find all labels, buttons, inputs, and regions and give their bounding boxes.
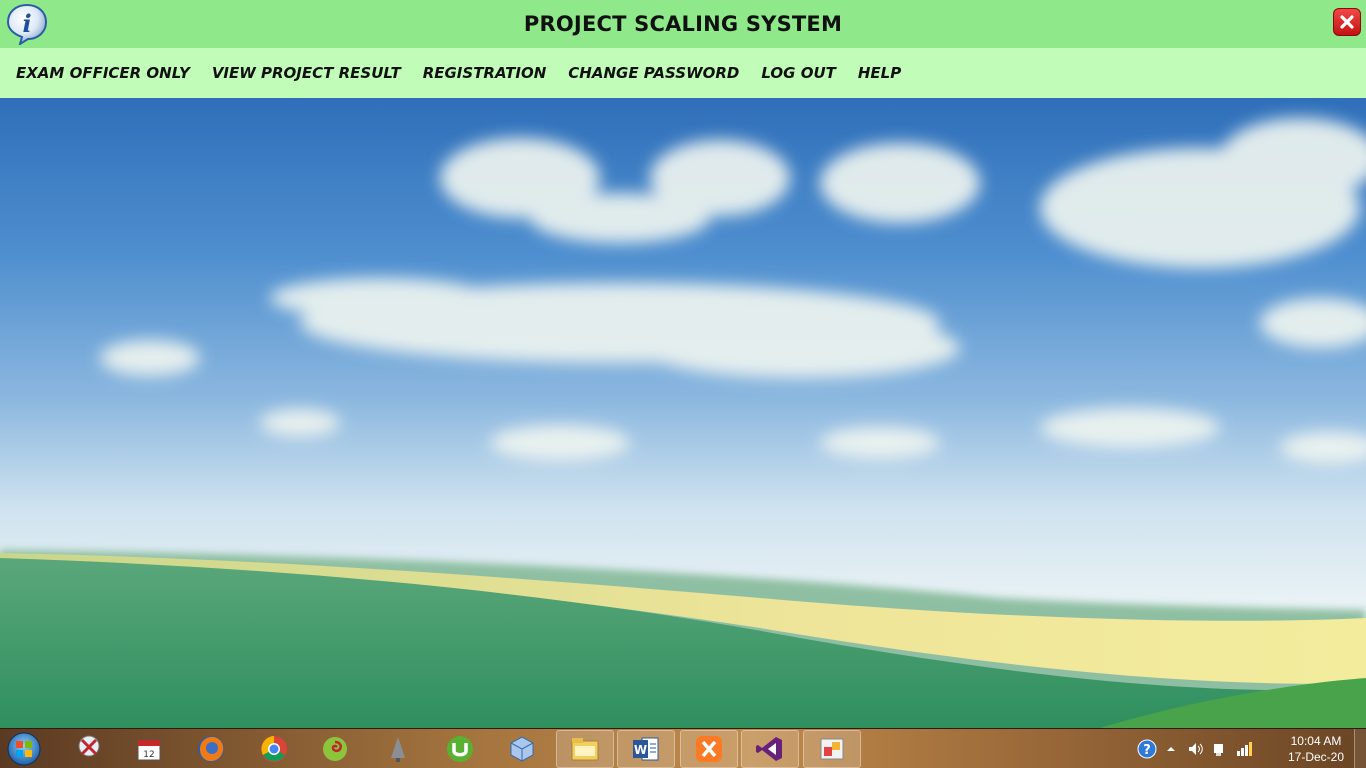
firefox-icon[interactable]	[194, 732, 228, 766]
volume-icon[interactable]	[1186, 732, 1206, 766]
windows-start-icon	[7, 732, 41, 766]
taskbar-clock[interactable]: 10:04 AM 17-Dec-20	[1288, 733, 1344, 765]
app-window-icon	[820, 738, 844, 760]
network-icon[interactable]	[1210, 732, 1230, 766]
show-hidden-icons-icon[interactable]	[1164, 732, 1178, 766]
windows-start-button[interactable]	[4, 731, 44, 767]
menu-item-exam-officer-only[interactable]: EXAM OFFICER ONLY	[16, 64, 190, 82]
window-title: PROJECT SCALING SYSTEM	[523, 12, 843, 36]
chrome-icon[interactable]	[257, 732, 291, 766]
menu-item-view-project-result[interactable]: VIEW PROJECT RESULT	[212, 64, 401, 82]
svg-text:12: 12	[143, 750, 154, 760]
virtualbox-cube-icon[interactable]	[505, 732, 539, 766]
menu-item-help[interactable]: HELP	[858, 64, 901, 82]
app-window-button[interactable]	[803, 730, 861, 768]
title-bar: i PROJECT SCALING SYSTEM	[0, 0, 1366, 48]
show-desktop-button[interactable]	[1354, 729, 1366, 768]
svg-text:i: i	[22, 9, 31, 38]
svg-text:?: ?	[1143, 743, 1151, 758]
power-icon[interactable]	[1234, 732, 1254, 766]
chameleon-app-icon[interactable]	[318, 732, 352, 766]
visual-studio-button[interactable]	[741, 730, 799, 768]
menu-item-change-password[interactable]: CHANGE PASSWORD	[568, 64, 739, 82]
taskbar: 12 W ? 10:04 AM 17-Dec-20	[0, 728, 1366, 768]
snipping-tool-icon[interactable]	[72, 732, 106, 766]
info-icon[interactable]: i	[6, 3, 48, 47]
help-icon[interactable]: ?	[1136, 732, 1158, 766]
menu-item-registration[interactable]: REGISTRATION	[423, 64, 547, 82]
utorrent-icon[interactable]	[443, 732, 477, 766]
close-button[interactable]	[1333, 8, 1361, 36]
menu-item-log-out[interactable]: LOG OUT	[761, 64, 835, 82]
menu-bar: EXAM OFFICER ONLY VIEW PROJECT RESULT RE…	[0, 48, 1366, 98]
file-explorer-button[interactable]	[556, 730, 614, 768]
clock-date: 17-Dec-20	[1287, 750, 1344, 764]
word-button[interactable]: W	[617, 730, 675, 768]
calendar-app-icon[interactable]: 12	[132, 732, 166, 766]
xampp-button[interactable]	[680, 730, 738, 768]
clock-time: 10:04 AM	[1290, 734, 1342, 748]
word-icon: W	[633, 737, 659, 761]
visual-studio-icon	[756, 737, 782, 761]
svg-text:W: W	[634, 743, 647, 757]
background-image	[0, 98, 1366, 728]
close-icon	[1340, 15, 1354, 29]
xampp-icon	[696, 736, 722, 762]
system-tray: ? 10:04 AM 17-Dec-20	[1136, 729, 1366, 768]
pine-app-icon[interactable]	[381, 732, 415, 766]
file-explorer-icon	[571, 738, 599, 761]
